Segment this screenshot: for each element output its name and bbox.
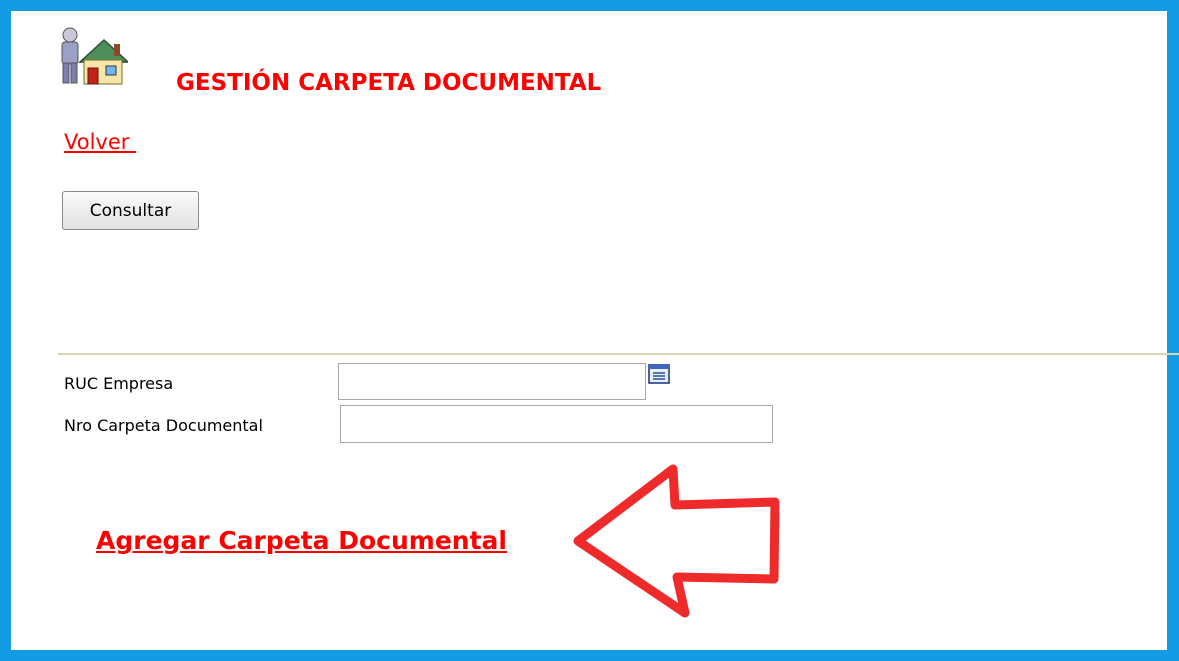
nro-carpeta-input[interactable] — [340, 405, 773, 443]
consultar-button[interactable]: Consultar — [62, 191, 199, 230]
nro-carpeta-label: Nro Carpeta Documental — [64, 416, 263, 435]
page-title: GESTIÓN CARPETA DOCUMENTAL — [176, 70, 602, 96]
ruc-empresa-input[interactable] — [338, 363, 646, 400]
frame-right-edge — [1167, 0, 1179, 661]
ruc-empresa-label: RUC Empresa — [64, 374, 174, 393]
user-house-icon — [61, 27, 128, 85]
red-arrow-annotation — [573, 464, 780, 618]
list-lookup-icon[interactable] — [648, 364, 670, 384]
back-link[interactable]: Volver — [64, 130, 136, 154]
section-divider — [58, 353, 1179, 355]
agregar-carpeta-link[interactable]: Agregar Carpeta Documental — [96, 526, 507, 555]
